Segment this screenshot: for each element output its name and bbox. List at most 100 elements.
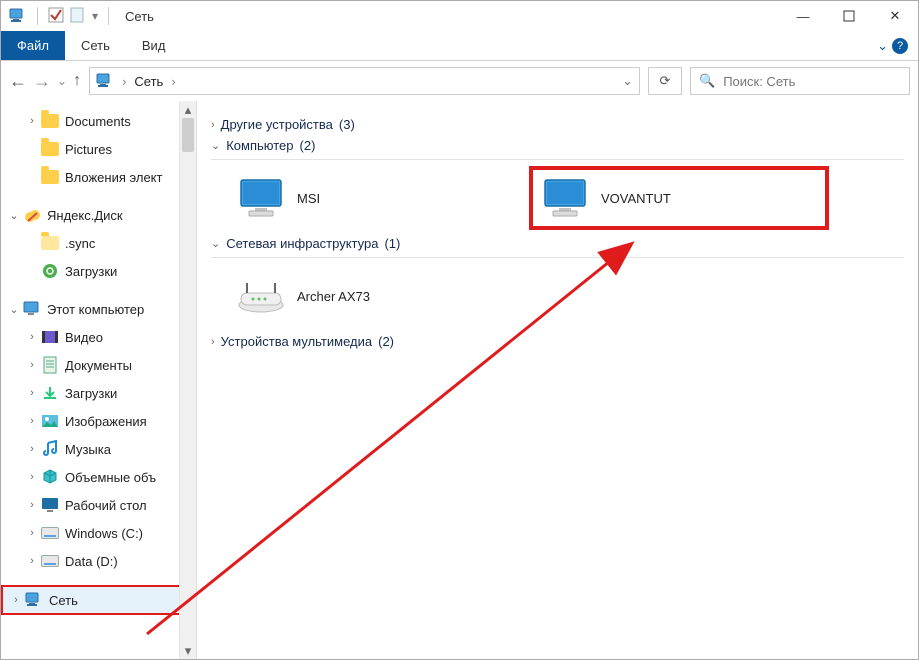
tree-twisty-icon[interactable]: ⌄	[7, 209, 21, 222]
tree-item-label: Музыка	[65, 442, 111, 457]
tree-item-pictures[interactable]: Pictures	[1, 135, 196, 163]
tree-twisty-icon[interactable]: ›	[25, 499, 39, 511]
tree-twisty-icon[interactable]: ›	[25, 471, 39, 483]
tree-twisty-icon[interactable]: ›	[25, 331, 39, 343]
minimize-button[interactable]: —	[780, 1, 826, 31]
breadcrumb-separator-icon[interactable]: ›	[122, 74, 126, 89]
network-item[interactable]: Archer AX73	[229, 264, 529, 328]
ribbon-tabs: Файл Сеть Вид ⌄ ?	[1, 31, 918, 61]
tree-item-вложения-элект[interactable]: Вложения элект	[1, 163, 196, 191]
recent-locations-button[interactable]: ⌄	[57, 74, 67, 88]
search-input[interactable]: 🔍	[690, 67, 910, 95]
tree-item-изображения[interactable]: › Изображения	[1, 407, 196, 435]
tree-item-рабочий-стол[interactable]: › Рабочий стол	[1, 491, 196, 519]
forward-button[interactable]: →	[33, 71, 51, 92]
qat-separator	[37, 7, 38, 25]
tree-item-яндекс-диск[interactable]: ⌄Яндекс.Диск	[1, 201, 196, 229]
ribbon-collapse-button[interactable]: ⌄ ?	[867, 31, 918, 60]
address-bar[interactable]: › Сеть › ⌄	[89, 67, 640, 95]
scroll-down-button[interactable]: ▾	[180, 642, 196, 659]
group-count: (2)	[300, 138, 316, 153]
item-label: Archer AX73	[297, 289, 370, 304]
tree-twisty-icon[interactable]: ›	[25, 359, 39, 371]
qat-item-icon[interactable]	[70, 7, 84, 26]
tree-item-data-d-[interactable]: ›Data (D:)	[1, 547, 196, 575]
tree-item-label: Pictures	[65, 142, 112, 157]
tree-item-документы[interactable]: ›Документы	[1, 351, 196, 379]
router-icon	[237, 279, 285, 313]
close-button[interactable]: ✕	[872, 1, 918, 31]
tree-item-label: Documents	[65, 114, 131, 129]
tree-twisty-icon[interactable]: ›	[25, 415, 39, 427]
drive-icon	[41, 524, 59, 542]
group-header[interactable]: ⌄Сетевая инфраструктура(1)	[211, 236, 904, 251]
chevron-right-icon[interactable]: ›	[211, 336, 215, 348]
tree-twisty-icon[interactable]: ›	[9, 594, 23, 606]
chevron-right-icon[interactable]: ›	[211, 119, 215, 131]
tree-item-label: Этот компьютер	[47, 302, 144, 317]
window-title: Сеть	[125, 9, 154, 24]
group-name: Устройства мультимедиа	[221, 334, 372, 349]
tree-item-сеть[interactable]: ›Сеть	[1, 585, 196, 615]
tree-item--sync[interactable]: .sync	[1, 229, 196, 257]
network-item[interactable]: MSI	[229, 166, 529, 230]
computer-icon	[541, 174, 589, 222]
tree-item-объемные-объ[interactable]: ›Объемные объ	[1, 463, 196, 491]
back-button[interactable]: ←	[9, 71, 27, 92]
search-field[interactable]	[723, 74, 901, 89]
network-item[interactable]: VOVANTUT	[529, 166, 829, 230]
folder-light-icon	[41, 234, 59, 252]
tree-item-label: Вложения элект	[65, 170, 162, 185]
content-area: ›Другие устройства(3) ⌄Компьютер(2) MSI VOV…	[197, 101, 918, 659]
group-header[interactable]: ⌄Компьютер(2)	[211, 138, 904, 153]
refresh-button[interactable]: ⟳	[648, 67, 682, 95]
tree-item-загрузки[interactable]: ›Загрузки	[1, 379, 196, 407]
group-name: Сетевая инфраструктура	[226, 236, 378, 251]
video-icon	[41, 328, 59, 346]
tree-twisty-icon[interactable]: ›	[25, 527, 39, 539]
tree-twisty-icon[interactable]: ⌄	[7, 303, 21, 316]
tree-item-label: Изображения	[65, 414, 147, 429]
folder-icon	[41, 168, 59, 186]
qat-dropdown-icon[interactable]: ▾	[92, 9, 98, 23]
group-header[interactable]: ›Другие устройства(3)	[211, 117, 904, 132]
chevron-down-icon[interactable]: ⌄	[211, 139, 220, 152]
group-count: (2)	[378, 334, 394, 349]
breadcrumb-location[interactable]: Сеть	[134, 74, 163, 89]
tree-item-музыка[interactable]: › Музыка	[1, 435, 196, 463]
address-dropdown-icon[interactable]: ⌄	[622, 73, 633, 89]
scroll-thumb[interactable]	[182, 118, 194, 152]
scrollbar-vertical[interactable]: ▴ ▾	[179, 101, 196, 659]
tree-item-windows-c-[interactable]: ›Windows (C:)	[1, 519, 196, 547]
breadcrumb-separator-icon[interactable]: ›	[171, 74, 175, 89]
qat-checkbox-icon[interactable]	[48, 7, 64, 26]
scroll-up-button[interactable]: ▴	[180, 101, 196, 118]
images-icon	[41, 412, 59, 430]
tree-item-этот-компьютер[interactable]: ⌄ Этот компьютер	[1, 295, 196, 323]
yadisk-icon	[23, 206, 41, 224]
group-count: (3)	[339, 117, 355, 132]
window-controls: — ✕	[780, 1, 918, 31]
downloads-icon	[41, 384, 59, 402]
group-header[interactable]: › Устройства мультимедиа (2)	[211, 334, 904, 349]
tree-twisty-icon[interactable]: ›	[25, 387, 39, 399]
ribbon-view-tab[interactable]: Вид	[126, 31, 182, 60]
tree-twisty-icon[interactable]: ›	[25, 115, 39, 127]
tree-twisty-icon[interactable]: ›	[25, 555, 39, 567]
pc-icon	[23, 300, 41, 318]
maximize-button[interactable]	[826, 1, 872, 31]
ribbon-file-tab[interactable]: Файл	[1, 31, 65, 60]
up-button[interactable]: ↑	[73, 72, 81, 90]
tree-item-label: Рабочий стол	[65, 498, 147, 513]
3d-icon	[41, 468, 59, 486]
folder-icon	[41, 112, 59, 130]
tree-twisty-icon[interactable]: ›	[25, 443, 39, 455]
tree-item-видео[interactable]: ›Видео	[1, 323, 196, 351]
help-icon[interactable]: ?	[892, 38, 908, 54]
item-label: MSI	[297, 191, 320, 206]
ribbon-network-tab[interactable]: Сеть	[65, 31, 126, 60]
tree-item-загрузки[interactable]: Загрузки	[1, 257, 196, 285]
chevron-down-icon[interactable]: ⌄	[211, 237, 220, 250]
tree-item-documents[interactable]: › Documents	[1, 107, 196, 135]
network-icon	[25, 591, 43, 609]
